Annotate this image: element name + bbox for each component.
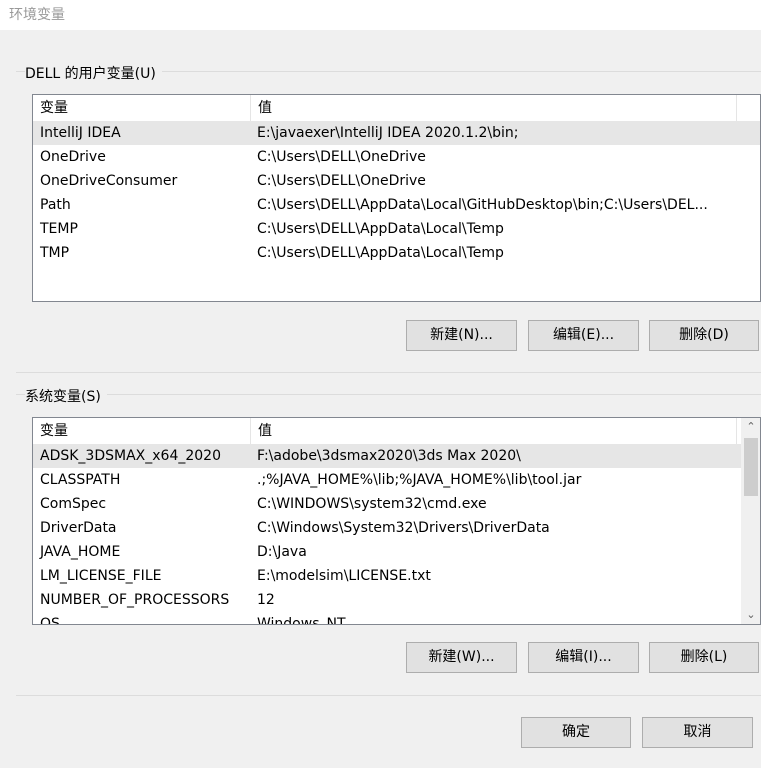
column-header-value[interactable]: 值 [251,418,737,444]
system-delete-button[interactable]: 删除(L) [649,642,759,673]
vertical-scrollbar[interactable]: ⌃ ⌄ [741,418,760,624]
variable-value: C:\Windows\System32\Drivers\DriverData [257,520,550,536]
table-row[interactable]: LM_LICENSE_FILE E:\modelsim\LICENSE.txt [33,564,760,588]
variable-name: Path [40,197,71,213]
variable-value: D:\Java [257,544,307,560]
variable-value: Windows_NT [257,616,346,625]
scroll-up-icon[interactable]: ⌃ [742,418,760,436]
table-row[interactable]: OneDriveConsumer C:\Users\DELL\OneDrive [33,169,760,193]
table-row[interactable]: OS Windows_NT [33,612,760,625]
window-title: 环境变量 [9,7,65,23]
table-row[interactable]: DriverData C:\Windows\System32\Drivers\Dr… [33,516,760,540]
variable-value: E:\javaexer\IntelliJ IDEA 2020.1.2\bin; [257,125,519,141]
user-vars-list[interactable]: 变量 值 IntelliJ IDEA E:\javaexer\IntelliJ I… [32,94,761,302]
table-row[interactable]: TMP C:\Users\DELL\AppData\Local\Temp [33,241,760,265]
column-header-name[interactable]: 变量 [33,418,251,444]
table-row[interactable]: CLASSPATH .;%JAVA_HOME%\lib;%JAVA_HOME%\l… [33,468,760,492]
variable-name: OneDriveConsumer [40,173,178,189]
system-vars-list[interactable]: 变量 值 ADSK_3DSMAX_x64_2020 F:\adobe\3dsmax… [32,417,761,625]
user-vars-header: 变量 值 [33,95,760,121]
variable-value: C:\Users\DELL\OneDrive [257,173,426,189]
variable-value: C:\Users\DELL\AppData\Local\Temp [257,221,504,237]
table-row[interactable]: IntelliJ IDEA E:\javaexer\IntelliJ IDEA 2… [33,121,760,145]
variable-value: E:\modelsim\LICENSE.txt [257,568,431,584]
variable-value: C:\WINDOWS\system32\cmd.exe [257,496,487,512]
variable-name: DriverData [40,520,117,536]
table-row[interactable]: NUMBER_OF_PROCESSORS 12 [33,588,760,612]
variable-value: C:\Users\DELL\OneDrive [257,149,426,165]
variable-name: OS [40,616,60,625]
cancel-button[interactable]: 取消 [642,717,753,748]
user-delete-button[interactable]: 删除(D) [649,320,759,351]
scroll-thumb[interactable] [744,438,758,496]
variable-name: TMP [40,245,70,261]
variable-name: CLASSPATH [40,472,121,488]
variable-name: NUMBER_OF_PROCESSORS [40,592,230,608]
table-row[interactable]: Path C:\Users\DELL\AppData\Local\GitHubDe… [33,193,760,217]
user-new-button[interactable]: 新建(N)... [406,320,517,351]
system-vars-label: 系统变量(S) [25,386,107,406]
table-row[interactable]: JAVA_HOME D:\Java [33,540,760,564]
scroll-down-icon[interactable]: ⌄ [742,606,760,624]
variable-name: ComSpec [40,496,107,512]
variable-name: IntelliJ IDEA [40,125,121,141]
ok-button[interactable]: 确定 [521,717,631,748]
variable-value: C:\Users\DELL\AppData\Local\GitHubDeskto… [257,197,708,213]
title-bar: 环境变量 [0,0,761,30]
table-row[interactable]: TEMP C:\Users\DELL\AppData\Local\Temp [33,217,760,241]
variable-name: OneDrive [40,149,106,165]
table-row[interactable]: ADSK_3DSMAX_x64_2020 F:\adobe\3dsmax2020\… [33,444,760,468]
variable-name: LM_LICENSE_FILE [40,568,162,584]
table-row[interactable]: OneDrive C:\Users\DELL\OneDrive [33,145,760,169]
variable-name: JAVA_HOME [40,544,121,560]
variable-value: C:\Users\DELL\AppData\Local\Temp [257,245,504,261]
variable-name: TEMP [40,221,78,237]
variable-name: ADSK_3DSMAX_x64_2020 [40,448,221,464]
system-edit-button[interactable]: 编辑(I)... [528,642,639,673]
column-header-value[interactable]: 值 [251,95,737,121]
system-vars-header: 变量 值 [33,418,760,444]
variable-value: .;%JAVA_HOME%\lib;%JAVA_HOME%\lib\tool.j… [257,472,582,488]
table-row[interactable]: ComSpec C:\WINDOWS\system32\cmd.exe [33,492,760,516]
user-edit-button[interactable]: 编辑(E)... [528,320,639,351]
user-vars-rows: IntelliJ IDEA E:\javaexer\IntelliJ IDEA 2… [33,121,760,265]
variable-value: F:\adobe\3dsmax2020\3ds Max 2020\ [257,448,521,464]
system-vars-rows: ADSK_3DSMAX_x64_2020 F:\adobe\3dsmax2020\… [33,444,760,625]
variable-value: 12 [257,592,275,608]
system-new-button[interactable]: 新建(W)... [406,642,517,673]
column-header-name[interactable]: 变量 [33,95,251,121]
user-vars-label: DELL 的用户变量(U) [25,63,162,83]
